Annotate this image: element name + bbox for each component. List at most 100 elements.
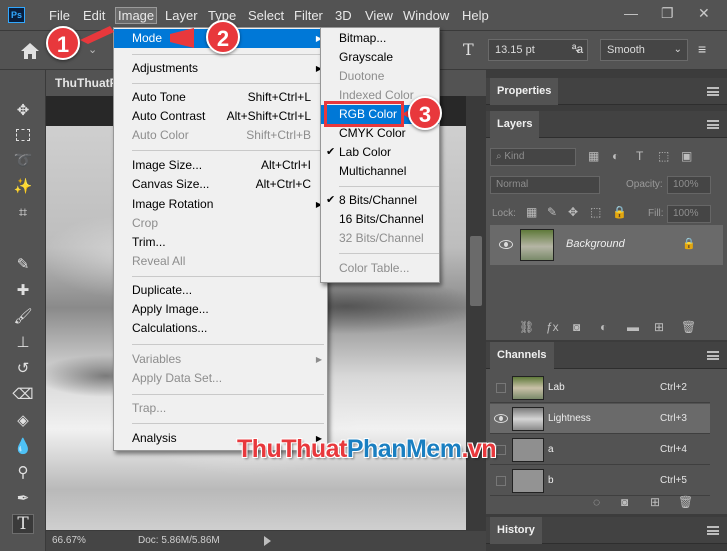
layer-name[interactable]: Background <box>566 238 625 250</box>
link-layers-icon[interactable]: ⛓ <box>519 320 534 334</box>
tab-layers[interactable]: Layers <box>490 111 540 138</box>
lock-all-icon[interactable]: 🔒 <box>612 205 627 219</box>
move-tool-icon[interactable]: ✥ <box>12 100 34 120</box>
menu-item-canvas-size[interactable]: Canvas Size... Alt+Ctrl+C <box>114 175 327 194</box>
menu-item-16-bits[interactable]: 16 Bits/Channel <box>321 210 439 229</box>
anti-alias-select[interactable]: Smooth ⌄ <box>600 39 688 61</box>
menu-item-duplicate[interactable]: Duplicate... <box>114 281 327 300</box>
menu-item-adjustments[interactable]: Adjustments ▶ <box>114 59 327 78</box>
lock-pixels-icon[interactable]: ✎ <box>547 205 557 219</box>
status-menu-arrow-icon[interactable] <box>264 536 271 546</box>
menu-item-calculations[interactable]: Calculations... <box>114 319 327 338</box>
menu-item-image-size[interactable]: Image Size... Alt+Ctrl+I <box>114 156 327 175</box>
channel-shortcut: Ctrl+2 <box>660 382 687 393</box>
panel-menu-icon[interactable] <box>707 87 719 96</box>
filter-smart-object-icon[interactable]: ▣ <box>681 149 692 163</box>
channel-visibility-box[interactable] <box>496 383 506 393</box>
fx-icon[interactable]: ƒx <box>546 320 559 334</box>
pen-tool-icon[interactable]: ✒ <box>12 488 34 508</box>
eyedropper-tool-icon[interactable]: ✎ <box>12 254 34 274</box>
menu-select[interactable]: Select <box>248 8 284 23</box>
delete-layer-icon[interactable]: 🗑 <box>681 320 696 334</box>
history-brush-tool-icon[interactable]: ↺ <box>12 358 34 378</box>
adjustment-layer-icon[interactable]: ◐ <box>600 320 607 334</box>
panel-menu-icon[interactable] <box>707 120 719 129</box>
channel-visibility-box[interactable] <box>496 476 506 486</box>
tab-history[interactable]: History <box>490 517 542 544</box>
layer-filter-kind[interactable]: ⌕ Kind <box>490 148 576 166</box>
maximize-icon[interactable]: ❐ <box>661 5 674 22</box>
menu-item-trim[interactable]: Trim... <box>114 233 327 252</box>
menu-item-8-bits[interactable]: ✔ 8 Bits/Channel <box>321 191 439 210</box>
tab-properties[interactable]: Properties <box>490 78 559 105</box>
channel-visibility-box[interactable] <box>496 445 506 455</box>
menu-item-multichannel[interactable]: Multichannel <box>321 162 439 181</box>
menu-item-auto-color: Auto Color Shift+Ctrl+B <box>132 128 311 142</box>
channel-name: a <box>548 444 554 455</box>
align-left-icon[interactable]: ≡ <box>698 41 706 57</box>
delete-channel-icon[interactable]: 🗑 <box>678 495 693 509</box>
channel-row[interactable]: Lab Ctrl+2 <box>490 373 710 403</box>
visibility-eye-icon[interactable] <box>494 414 508 423</box>
type-tool-icon[interactable]: T <box>12 514 34 534</box>
filter-pixel-icon[interactable]: ▦ <box>588 149 599 163</box>
minimize-icon[interactable]: — <box>624 5 638 21</box>
document-tab-title: ThuThuatP <box>55 76 118 90</box>
menu-window[interactable]: Window <box>403 8 449 23</box>
channel-shortcut: Ctrl+3 <box>660 413 687 424</box>
new-channel-icon[interactable]: ⊞ <box>650 495 660 509</box>
add-mask-icon[interactable]: ◙ <box>573 320 580 334</box>
channel-row[interactable]: a Ctrl+4 <box>490 435 710 465</box>
menu-item-image-rotation[interactable]: Image Rotation ▶ <box>114 195 327 214</box>
filter-type-icon[interactable]: T <box>636 149 643 163</box>
menu-view[interactable]: View <box>365 8 393 23</box>
menu-filter[interactable]: Filter <box>294 8 323 23</box>
panel-menu-icon[interactable] <box>707 351 719 360</box>
paint-bucket-tool-icon[interactable]: ◈ <box>12 410 34 430</box>
lock-position-icon[interactable]: ✥ <box>568 205 578 219</box>
crop-tool-icon[interactable]: ⌗ <box>12 202 34 222</box>
menu-item-auto-contrast[interactable]: Auto Contrast Alt+Shift+Ctrl+L <box>114 107 327 126</box>
lock-artboard-icon[interactable]: ⬚ <box>590 205 601 219</box>
dodge-tool-icon[interactable]: ⚲ <box>12 462 34 482</box>
marquee-tool-icon[interactable] <box>12 125 34 145</box>
panel-menu-icon[interactable] <box>707 526 719 535</box>
filter-shape-icon[interactable]: ⬚ <box>658 149 669 163</box>
load-selection-icon[interactable]: ◌ <box>593 495 600 509</box>
menu-item-lab-color[interactable]: ✔ Lab Color <box>321 143 439 162</box>
blur-tool-icon[interactable]: 💧 <box>12 436 34 456</box>
channel-row[interactable]: Lightness Ctrl+3 <box>490 404 710 434</box>
filter-adjustment-icon[interactable]: ◐ <box>612 149 619 163</box>
menu-item-auto-tone[interactable]: Auto Tone Shift+Ctrl+L <box>114 88 327 107</box>
menu-item-apply-image[interactable]: Apply Image... <box>114 300 327 319</box>
new-group-icon[interactable]: ▬ <box>627 320 639 334</box>
menu-item-reveal-all: Reveal All <box>132 254 186 268</box>
lock-transparency-icon[interactable]: ▦ <box>526 205 537 219</box>
brush-tool-icon[interactable]: 🖌 <box>12 306 34 326</box>
save-selection-icon[interactable]: ◙ <box>621 495 628 509</box>
home-icon[interactable] <box>18 40 42 62</box>
visibility-eye-icon[interactable] <box>499 240 513 249</box>
fill-field[interactable]: 100% <box>667 205 711 223</box>
channel-row[interactable]: b Ctrl+5 <box>490 466 710 496</box>
magic-wand-tool-icon[interactable]: ✨ <box>12 176 34 196</box>
scrollbar-thumb[interactable] <box>470 236 482 306</box>
menu-item-bitmap[interactable]: Bitmap... <box>321 29 439 48</box>
lasso-tool-icon[interactable]: ➰ <box>12 150 34 170</box>
menu-3d[interactable]: 3D <box>335 8 352 23</box>
opacity-field[interactable]: 100% <box>667 176 711 194</box>
new-layer-icon[interactable]: ⊞ <box>654 320 664 334</box>
close-icon[interactable]: ✕ <box>698 5 710 22</box>
eraser-tool-icon[interactable]: ⌫ <box>12 384 34 404</box>
menu-item-grayscale[interactable]: Grayscale <box>321 48 439 67</box>
zoom-level[interactable]: 66.67% <box>52 535 86 546</box>
blend-mode-select[interactable]: Normal <box>490 176 600 194</box>
layer-row-background[interactable]: Background 🔒 <box>490 225 723 265</box>
annotation-arrows <box>80 26 194 48</box>
menu-file[interactable]: File <box>49 8 70 23</box>
healing-brush-tool-icon[interactable]: ✚ <box>12 280 34 300</box>
tab-channels[interactable]: Channels <box>490 342 554 369</box>
clone-stamp-tool-icon[interactable]: ⊥ <box>12 332 34 352</box>
vertical-scrollbar[interactable] <box>466 96 486 530</box>
menu-help[interactable]: Help <box>462 8 489 23</box>
